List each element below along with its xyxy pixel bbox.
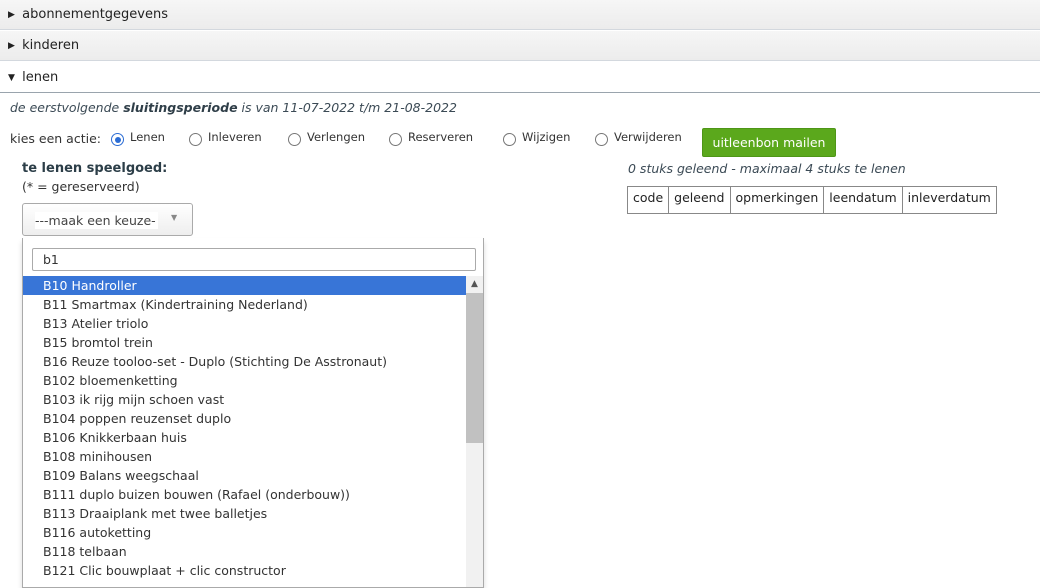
- radio-label-wijzigen[interactable]: Wijzigen: [522, 130, 570, 144]
- toy-dropdown: b1 B10 Handroller B11 Smartmax (Kindertra…: [22, 238, 484, 588]
- toy-options-list: B10 Handroller B11 Smartmax (Kindertraini…: [23, 276, 466, 580]
- toy-option[interactable]: B103 ik rijg mijn schoen vast: [23, 390, 466, 409]
- toy-option[interactable]: B106 Knikkerbaan huis: [23, 428, 466, 447]
- radio-wijzigen[interactable]: [503, 133, 516, 146]
- radio-inleveren[interactable]: [189, 133, 202, 146]
- radio-verwijderen[interactable]: [595, 133, 608, 146]
- scrollbar-thumb[interactable]: [466, 293, 483, 443]
- radio-label-lenen[interactable]: Lenen: [130, 130, 165, 144]
- caret-right-icon: ▶: [8, 10, 15, 20]
- radio-label-reserveren[interactable]: Reserveren: [408, 130, 473, 144]
- toy-option[interactable]: B113 Draaiplank met twee balletjes: [23, 504, 466, 523]
- toy-option[interactable]: B11 Smartmax (Kindertraining Nederland): [23, 295, 466, 314]
- radio-label-inleveren[interactable]: Inleveren: [208, 130, 262, 144]
- caret-down-icon: ▼: [8, 73, 15, 83]
- toy-select[interactable]: ---maak een keuze- ▼: [22, 203, 193, 236]
- action-label: kies een actie:: [10, 131, 101, 146]
- toy-option[interactable]: B16 Reuze tooloo-set - Duplo (Stichting …: [23, 352, 466, 371]
- closing-period-info: de eerstvolgende sluitingsperiode is van…: [10, 100, 457, 115]
- mail-lending-slip-button[interactable]: uitleenbon mailen: [702, 128, 836, 157]
- accordion-label: kinderen: [22, 38, 80, 53]
- lent-table: code geleend opmerkingen leendatum inlev…: [626, 186, 997, 214]
- column-header-inleverdatum: inleverdatum: [901, 186, 997, 214]
- accordion-label: lenen: [22, 70, 59, 85]
- toy-option[interactable]: B121 Clic bouwplaat + clic constructor: [23, 561, 466, 580]
- toy-option[interactable]: B13 Atelier triolo: [23, 314, 466, 333]
- radio-reserveren[interactable]: [389, 133, 402, 146]
- toy-option[interactable]: B10 Handroller: [23, 276, 466, 295]
- toy-select-value: ---maak een keuze-: [35, 212, 158, 229]
- toy-option[interactable]: B118 telbaan: [23, 542, 466, 561]
- accordion-lenen[interactable]: ▼ lenen: [0, 63, 1040, 93]
- chevron-up-icon[interactable]: ▲: [466, 276, 483, 292]
- dropdown-scrollbar[interactable]: ▲: [466, 276, 483, 587]
- toy-option[interactable]: B15 bromtol trein: [23, 333, 466, 352]
- toy-option[interactable]: B116 autoketting: [23, 523, 466, 542]
- accordion-abonnementgegevens[interactable]: ▶ abonnementgegevens: [0, 0, 1040, 30]
- toy-option[interactable]: B111 duplo buizen bouwen (Rafael (onderb…: [23, 485, 466, 504]
- lent-summary: 0 stuks geleend - maximaal 4 stuks te le…: [628, 161, 906, 176]
- accordion-kinderen[interactable]: ▶ kinderen: [0, 31, 1040, 61]
- caret-right-icon: ▶: [8, 41, 15, 51]
- radio-label-verwijderen[interactable]: Verwijderen: [614, 130, 682, 144]
- column-header-opmerkingen: opmerkingen: [729, 186, 825, 214]
- lend-subtitle: (* = gereserveerd): [22, 179, 140, 194]
- toy-option[interactable]: B109 Balans weegschaal: [23, 466, 466, 485]
- column-header-leendatum: leendatum: [823, 186, 903, 214]
- column-header-code: code: [626, 186, 670, 214]
- accordion-label: abonnementgegevens: [22, 7, 168, 22]
- toy-option[interactable]: B108 minihousen: [23, 447, 466, 466]
- toy-option[interactable]: B102 bloemenketting: [23, 371, 466, 390]
- toy-search-input[interactable]: b1: [32, 248, 476, 271]
- chevron-down-icon: ▼: [171, 213, 178, 222]
- lend-title: te lenen speelgoed:: [22, 161, 168, 176]
- radio-label-verlengen[interactable]: Verlengen: [307, 130, 365, 144]
- radio-lenen[interactable]: [111, 133, 124, 146]
- column-header-geleend: geleend: [668, 186, 731, 214]
- radio-verlengen[interactable]: [288, 133, 301, 146]
- toy-option[interactable]: B104 poppen reuzenset duplo: [23, 409, 466, 428]
